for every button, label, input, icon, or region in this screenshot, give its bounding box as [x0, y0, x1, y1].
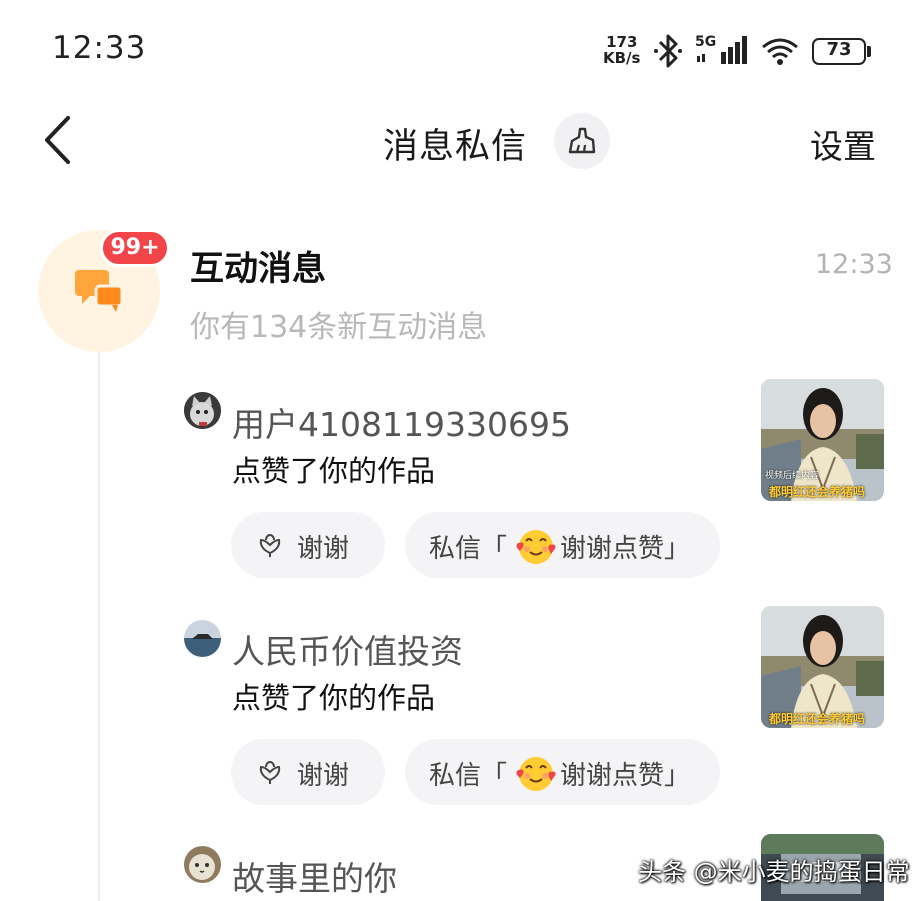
unread-badge: 99+: [100, 229, 170, 267]
user-name[interactable]: 用户4108119330695: [232, 398, 571, 446]
dm-prefix: 私信「: [429, 761, 508, 791]
thanks-label: 谢谢: [297, 534, 350, 564]
thanks-label: 谢谢: [297, 761, 350, 791]
user-name[interactable]: 人民币价值投资: [232, 625, 463, 673]
thumbnail-caption: 都明红还会养猪吗: [769, 712, 866, 726]
cat-avatar-icon: [184, 846, 221, 883]
settings-link[interactable]: 设置: [810, 120, 876, 168]
chat-bubble-icon: [75, 270, 124, 312]
clear-unread-button[interactable]: [554, 113, 610, 169]
dm-prefix: 私信「: [429, 534, 508, 564]
flower-icon: [259, 533, 281, 557]
thumbnail-overlay-text: 视频后续内容: [765, 471, 820, 481]
heart-emoji-icon: [516, 757, 556, 791]
thanks-button[interactable]: 谢谢: [231, 739, 385, 805]
dm-thanks-button[interactable]: 私信「 谢谢点赞」: [405, 512, 720, 578]
heart-emoji-icon: [516, 530, 556, 564]
watermark: 头条 @米小麦的捣蛋日常: [638, 858, 910, 886]
nav-bar: 消息私信 设置: [0, 100, 922, 184]
battery-level: 73: [826, 39, 852, 60]
status-bar: 12:33 173 KB/s 5G 73: [0, 0, 922, 100]
avatar[interactable]: [184, 620, 221, 657]
interaction-time: 12:33: [815, 249, 893, 280]
video-thumbnail[interactable]: 视频后续内容 都明红还会养猪吗: [761, 379, 884, 501]
interaction-title[interactable]: 互动消息: [190, 241, 326, 290]
cellular-signal-icon: 5G: [695, 34, 751, 66]
bluetooth-icon: [654, 34, 682, 68]
timeline-divider: [98, 352, 100, 901]
cat-avatar-icon: [184, 392, 221, 429]
battery-icon: 73: [812, 38, 872, 66]
video-thumbnail[interactable]: 都明红还会养猪吗: [761, 606, 884, 728]
network-speed: 173 KB/s: [603, 33, 641, 67]
thumbnail-caption: 都明红还会养猪吗: [769, 485, 866, 499]
interaction-subtitle: 你有134条新互动消息: [190, 310, 488, 345]
avatar[interactable]: [184, 392, 221, 429]
status-time: 12:33: [52, 30, 147, 66]
dm-suffix: 谢谢点赞」: [560, 534, 691, 564]
avatar[interactable]: [184, 846, 221, 883]
thanks-button[interactable]: 谢谢: [231, 512, 385, 578]
landscape-avatar-icon: [184, 620, 221, 657]
dm-thanks-button[interactable]: 私信「 谢谢点赞」: [405, 739, 720, 805]
action-text: 点赞了你的作品: [232, 681, 436, 715]
flower-icon: [259, 760, 281, 784]
user-name[interactable]: 故事里的你: [232, 852, 397, 900]
action-text: 点赞了你的作品: [232, 454, 436, 488]
broom-icon: [568, 127, 596, 154]
dm-suffix: 谢谢点赞」: [560, 761, 691, 791]
wifi-icon: [762, 38, 798, 65]
back-arrow-icon[interactable]: [38, 112, 78, 168]
page-title: 消息私信: [383, 127, 528, 167]
